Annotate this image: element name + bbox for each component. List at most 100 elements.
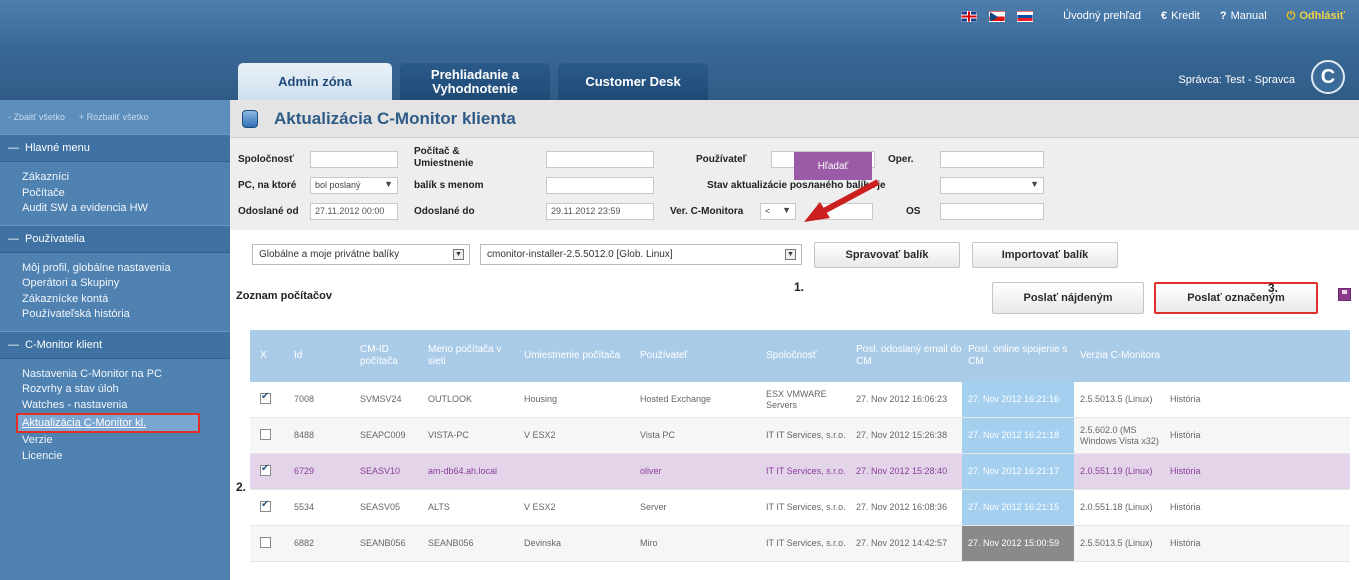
state-select[interactable]: ▼ (940, 177, 1044, 194)
sidebar-list: Môj profil, globálne nastavenia Operátor… (0, 253, 230, 331)
table-row[interactable]: 7008 SVMSV24 OUTLOOK Housing Hosted Exch… (250, 382, 1350, 418)
cell-location: V ESX2 (524, 430, 556, 440)
row-checkbox-cell[interactable] (250, 463, 288, 479)
manage-package-button[interactable]: Spravovať balík (814, 242, 960, 268)
sidebar-item-profile[interactable]: Môj profil, globálne nastavenia (22, 261, 230, 277)
sidebar-item-user-history[interactable]: Používateľská história (22, 307, 230, 323)
power-icon: ⏻ (1286, 9, 1296, 22)
row-checkbox-cell[interactable] (250, 536, 288, 551)
sidebar-section-main-menu[interactable]: — Hlavné menu (0, 134, 230, 162)
sent-from-input[interactable]: 27.11.2012 00:00 (310, 203, 398, 220)
annotation-3: 3. (1268, 281, 1279, 295)
pc-select[interactable]: bol poslaný ▼ (310, 177, 398, 194)
logout-link[interactable]: ⏻ Odhlásiť (1287, 10, 1345, 23)
expand-all-link[interactable]: + Rozbaliť všetko (79, 112, 149, 122)
history-link[interactable]: História (1164, 466, 1228, 477)
cell-last-email: 27. Nov 2012 14:42:57 (856, 538, 948, 548)
send-found-button[interactable]: Poslať nájdeným (992, 282, 1144, 314)
package-scope-select[interactable]: Globálne a moje privátne balíky ▼ (252, 244, 470, 265)
table-row[interactable]: 8488 SEAPC009 VISTA-PC V ESX2 Vista PC I… (250, 418, 1350, 454)
cell-name: am-db64.ah.local (428, 466, 498, 476)
sidebar-item-customers[interactable]: Zákazníci (22, 170, 230, 186)
history-link[interactable]: História (1164, 502, 1228, 513)
cell-location: V ESX2 (524, 502, 556, 512)
table-row[interactable]: 5534 SEASV05 ALTS V ESX2 Server IT IT Se… (250, 490, 1350, 526)
search-button[interactable]: Hľadať (794, 152, 872, 180)
table-row[interactable]: 6729 SEASV10 am-db64.ah.local oliver IT … (250, 454, 1350, 490)
sidebar-item-operators[interactable]: Operátori a Skupiny (22, 276, 230, 292)
sidebar-item-watches[interactable]: Watches - nastavenia (22, 398, 230, 414)
cell-last-online: 27. Nov 2012 16:21:15 (962, 490, 1074, 525)
col-location[interactable]: Umiestnenie počítača (518, 350, 634, 362)
row-checkbox-cell[interactable] (250, 499, 288, 515)
col-version[interactable]: Verzia C-Monitora (1074, 350, 1164, 362)
tab-customer-desk[interactable]: Customer Desk (558, 63, 708, 100)
col-company[interactable]: Spoločnosť (760, 350, 850, 362)
table-row[interactable]: 6882 SEANB056 SEANB056 Devinska Miro IT … (250, 526, 1350, 562)
flag-uk-icon[interactable] (961, 10, 978, 22)
table-header: X Id CM-ID počítača Meno počítača v siet… (250, 330, 1350, 382)
cell-location: Housing (524, 394, 558, 404)
history-link[interactable]: História (1164, 538, 1228, 549)
sidebar-item-schedules[interactable]: Rozvrhy a stav úloh (22, 382, 230, 398)
row-checkbox-cell[interactable] (250, 428, 288, 443)
row-checkbox-cell[interactable] (250, 391, 288, 407)
cell-cmid: SEASV05 (360, 502, 401, 512)
sidebar-item-customer-accounts[interactable]: Zákaznícke kontá (22, 292, 230, 308)
col-user[interactable]: Používateľ (634, 350, 760, 362)
import-package-button[interactable]: Importovať balík (972, 242, 1118, 268)
flag-sk-icon[interactable] (1017, 10, 1034, 22)
sidebar-item-versions[interactable]: Verzie (22, 433, 230, 449)
cell-user: oliver (640, 466, 662, 476)
cell-id: 7008 (294, 394, 315, 404)
computer-input[interactable] (546, 151, 654, 168)
sidebar-section-users[interactable]: — Používatelia (0, 224, 230, 253)
col-last-email[interactable]: Posl. odoslaný email do CM (850, 344, 962, 368)
col-name[interactable]: Meno počítača v sieti (422, 344, 518, 368)
sidebar-item-licenses[interactable]: Licencie (22, 449, 230, 465)
sidebar-list: Zákazníci Počítače Audit SW a evidencia … (0, 162, 230, 225)
send-marked-button[interactable]: Poslať označeným (1154, 282, 1318, 314)
cell-user: Hosted Exchange (640, 394, 712, 404)
collapse-all-link[interactable]: - Zbaliť všetko (8, 112, 65, 122)
tab-browse-evaluate[interactable]: Prehliadanie a Vyhodnotenie (400, 63, 550, 100)
row-checkbox[interactable] (260, 463, 271, 476)
arrow-head (804, 202, 830, 222)
cell-id: 6729 (294, 466, 315, 476)
row-checkbox[interactable] (260, 499, 271, 512)
sidebar-item-audit[interactable]: Audit SW a evidencia HW (22, 201, 230, 217)
flag-cz-icon[interactable] (989, 10, 1006, 22)
main-tabs: Admin zóna Prehliadanie a Vyhodnotenie C… (238, 62, 708, 100)
package-name-input[interactable] (546, 177, 654, 194)
row-checkbox[interactable] (260, 428, 271, 440)
history-link[interactable]: História (1164, 394, 1228, 405)
col-select[interactable]: X (250, 350, 288, 362)
history-link[interactable]: História (1164, 430, 1228, 441)
sidebar-item-computers[interactable]: Počítače (22, 186, 230, 202)
overview-link[interactable]: Úvodný prehľad (1063, 10, 1141, 22)
sidebar-section-c-monitor[interactable]: — C-Monitor klient (0, 330, 230, 359)
sidebar-item-update-client[interactable]: Aktualizácia C-Monitor kl. (16, 413, 200, 433)
credit-link[interactable]: € Kredit (1161, 10, 1200, 22)
tab-admin-zone[interactable]: Admin zóna (238, 63, 392, 100)
col-last-online[interactable]: Posl. online spojenie s CM (962, 344, 1074, 368)
row-checkbox[interactable] (260, 391, 271, 404)
col-id[interactable]: Id (288, 350, 354, 362)
cell-company: IT IT Services, s.r.o. (766, 538, 846, 548)
row-checkbox[interactable] (260, 536, 271, 548)
manual-link[interactable]: ? Manual (1220, 10, 1267, 22)
sidebar-item-pc-settings[interactable]: Nastavenia C-Monitor na PC (22, 367, 230, 383)
arrow-line (820, 179, 880, 215)
help-icon: ? (1219, 10, 1227, 22)
oper-input[interactable] (940, 151, 1044, 168)
col-cmid[interactable]: CM-ID počítača (354, 344, 422, 368)
company-input[interactable] (310, 151, 398, 168)
save-icon[interactable] (1338, 288, 1351, 301)
package-select[interactable]: cmonitor-installer-2.5.5012.0 [Glob. Lin… (480, 244, 802, 265)
annotation-arrow (804, 179, 880, 222)
cell-company: IT IT Services, s.r.o. (766, 430, 846, 440)
package-bar: Globálne a moje privátne balíky ▼ cmonito… (230, 236, 1359, 276)
version-operator-select[interactable]: < ▼ (760, 203, 796, 220)
sent-to-input[interactable]: 29.11.2012 23:59 (546, 203, 654, 220)
os-input[interactable] (940, 203, 1044, 220)
